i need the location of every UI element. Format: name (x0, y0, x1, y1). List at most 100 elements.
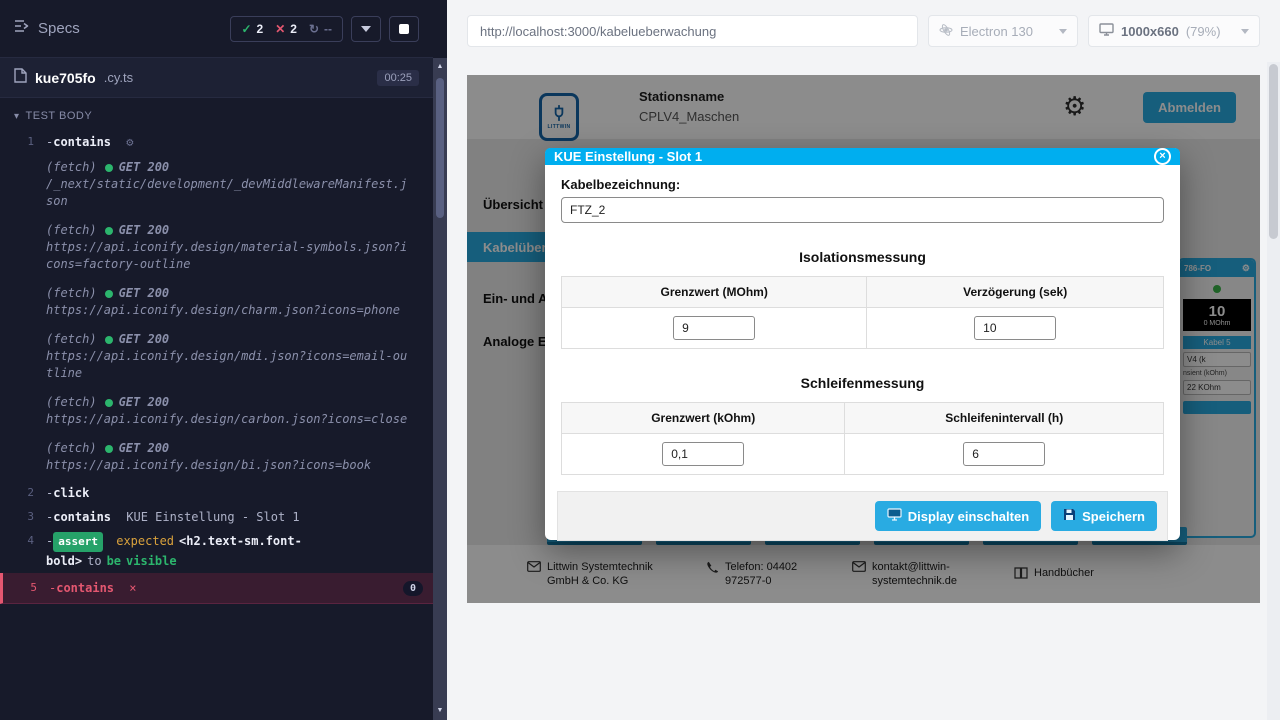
reporter-scrollbar[interactable]: ▲ ▼ (433, 58, 447, 720)
stat-pending: ↻ -- (309, 22, 332, 36)
test-stats: ✓ 2 ✕ 2 ↻ -- (230, 16, 343, 42)
status-ok-dot (105, 290, 113, 298)
fetch-label: (fetch) (46, 441, 97, 455)
save-button[interactable]: Speichern (1051, 501, 1157, 531)
command-number (0, 329, 46, 386)
loop-col1-header: Grenzwert (kOhm) (562, 403, 845, 434)
viewport-zoom: (79%) (1186, 24, 1221, 39)
modal-titlebar: KUE Einstellung - Slot 1 × (545, 148, 1180, 165)
fetch-log-row[interactable]: (fetch)GET 200 https://api.iconify.desig… (0, 326, 433, 389)
fetch-log-row[interactable]: (fetch) GET 200 https://api.iconify.desig… (0, 389, 433, 435)
display-on-label: Display einschalten (908, 509, 1029, 524)
url-input[interactable] (467, 15, 918, 47)
command-number (0, 438, 46, 478)
fetch-label: (fetch) (46, 160, 97, 174)
collapse-button[interactable] (351, 16, 381, 42)
viewport-select[interactable]: 1000x660 (79%) (1088, 15, 1260, 47)
modal-body: Kabelbezeichnung: Isolationsmessung Gren… (545, 165, 1180, 475)
test-body-label: TEST BODY (26, 110, 93, 122)
status-ok-dot (105, 399, 113, 407)
command-name: contains (53, 135, 111, 149)
spec-file-row[interactable]: kue705fo .cy.ts 00:25 (0, 58, 433, 98)
fetch-label: (fetch) (46, 332, 97, 346)
fetch-status: GET 200 (119, 332, 170, 346)
fetch-log-row[interactable]: (fetch) GET 200 https://api.iconify.desig… (0, 280, 433, 326)
cable-name-input[interactable] (561, 197, 1164, 223)
electron-icon (939, 23, 953, 40)
retry-count-badge: 0 (403, 581, 423, 596)
chevron-down-icon (1059, 29, 1067, 34)
modal-title: KUE Einstellung - Slot 1 (554, 149, 702, 164)
isolation-col2-header: Verzögerung (sek) (867, 277, 1164, 308)
fetch-label: (fetch) (46, 223, 97, 237)
status-ok-dot (105, 227, 113, 235)
command-number: 5 (3, 579, 49, 597)
cable-name-label: Kabelbezeichnung: (561, 177, 1164, 192)
command-number: 2 (0, 484, 46, 502)
fetch-status: GET 200 (119, 286, 170, 300)
fetch-status: GET 200 (119, 395, 170, 409)
isolation-section-title: Isolationsmessung (561, 249, 1164, 265)
fetch-label: (fetch) (46, 286, 97, 300)
loop-table: Grenzwert (kOhm) Schleifenintervall (h) (561, 402, 1164, 475)
command-row-contains-failed[interactable]: 5 -contains × 0 (0, 573, 433, 604)
fetch-url: https://api.iconify.design/carbon.json?i… (46, 411, 423, 428)
close-icon[interactable]: × (1154, 148, 1171, 165)
page-scroll-thumb[interactable] (1269, 64, 1278, 239)
stat-passed: ✓ 2 (241, 22, 263, 36)
cross-icon: ✕ (275, 22, 285, 36)
fetch-url: https://api.iconify.design/bi.json?icons… (46, 457, 423, 474)
fetch-log-row[interactable]: (fetch)GET 200 /_next/static/development… (0, 154, 433, 217)
specs-label[interactable]: Specs (38, 20, 80, 37)
save-floppy-icon (1063, 508, 1076, 524)
save-label: Speichern (1082, 509, 1145, 524)
fetch-log-row[interactable]: (fetch) GET 200 https://api.iconify.desig… (0, 435, 433, 481)
assert-to: to (87, 554, 101, 568)
loop-interval-input[interactable] (963, 442, 1045, 466)
isolation-col1-header: Grenzwert (MOhm) (562, 277, 867, 308)
stop-button[interactable] (389, 16, 419, 42)
loop-col2-header: Schleifenintervall (h) (845, 403, 1164, 434)
status-ok-dot (105, 336, 113, 344)
loop-limit-input[interactable] (662, 442, 744, 466)
caret-down-icon: ▾ (14, 111, 20, 122)
command-row-contains-1[interactable]: 1 -contains ⚙ (0, 130, 433, 154)
assert-badge: assert (53, 532, 103, 552)
command-number (0, 157, 46, 214)
chevron-down-icon (1241, 29, 1249, 34)
isolation-limit-input[interactable] (673, 316, 755, 340)
display-on-button[interactable]: Display einschalten (875, 501, 1041, 531)
browser-bar: Electron 130 1000x660 (79%) (447, 0, 1280, 62)
specs-icon[interactable] (14, 19, 30, 38)
fetch-url: https://api.iconify.design/charm.json?ic… (46, 302, 423, 319)
scroll-up-arrow[interactable]: ▲ (433, 60, 447, 74)
status-ok-dot (105, 164, 113, 172)
command-number (0, 220, 46, 277)
command-number (0, 283, 46, 323)
command-options-gear-icon[interactable]: ⚙ (126, 135, 133, 149)
kue-settings-modal: KUE Einstellung - Slot 1 × Kabelbezeichn… (545, 148, 1180, 540)
check-icon: ✓ (241, 22, 251, 36)
command-row-click[interactable]: 2 -click (0, 481, 433, 505)
command-number: 1 (0, 133, 46, 151)
isolation-table: Grenzwert (MOhm) Verzögerung (sek) (561, 276, 1164, 349)
fetch-label: (fetch) (46, 395, 97, 409)
command-row-assert[interactable]: 4 -assert expected<h2.text-sm.font-bold>… (0, 529, 433, 573)
page-scrollbar[interactable] (1267, 62, 1280, 720)
command-log: 1 -contains ⚙ (fetch)GET 200 /_next/stat… (0, 130, 433, 604)
fetch-log-row[interactable]: (fetch)GET 200 https://api.iconify.desig… (0, 217, 433, 280)
fetch-url: /_next/static/development/_devMiddleware… (46, 176, 423, 210)
scroll-thumb[interactable] (436, 78, 444, 218)
screen: Specs ✓ 2 ✕ 2 ↻ -- (0, 0, 1280, 720)
browser-select[interactable]: Electron 130 (928, 15, 1078, 47)
stat-failed: ✕ 2 (275, 22, 297, 36)
test-body-section[interactable]: ▾ TEST BODY (0, 98, 433, 130)
command-row-contains-2[interactable]: 3 -contains KUE Einstellung - Slot 1 (0, 505, 433, 529)
command-number: 4 (0, 532, 46, 570)
scroll-down-arrow[interactable]: ▼ (433, 704, 447, 718)
isolation-delay-input[interactable] (974, 316, 1056, 340)
command-number: 3 (0, 508, 46, 526)
fetch-status: GET 200 (119, 441, 170, 455)
browser-label: Electron 130 (960, 24, 1033, 39)
spec-extension: .cy.ts (104, 70, 133, 85)
